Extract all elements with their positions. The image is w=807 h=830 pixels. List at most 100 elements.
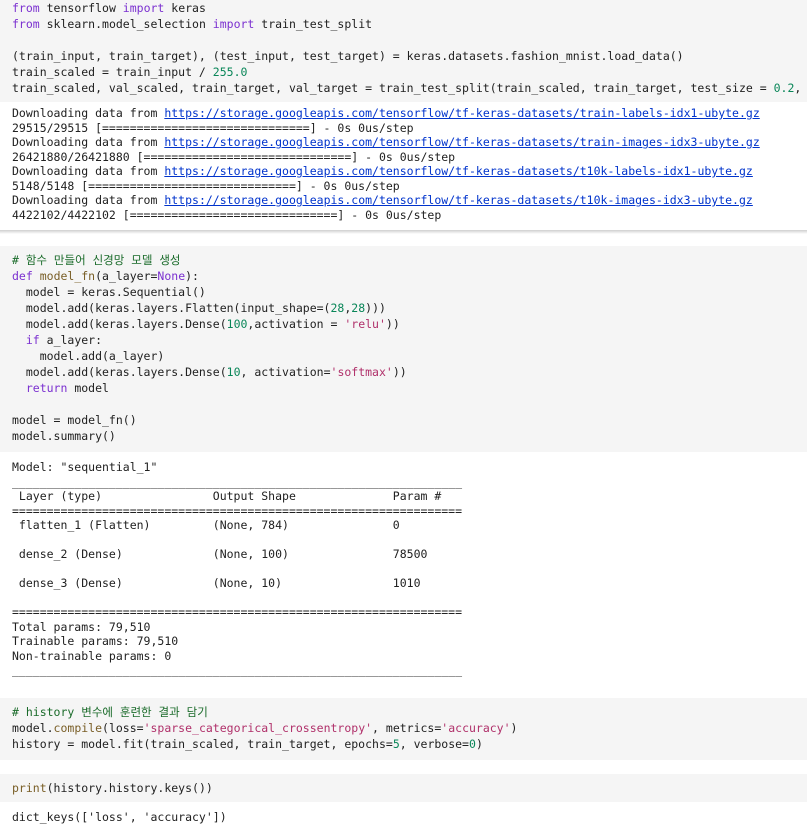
code-line: model = model_fn()	[12, 412, 807, 428]
code-token: 255.0	[212, 65, 248, 79]
code-cell-imports[interactable]: from tensorflow import keras from sklearn…	[0, 0, 807, 102]
code-line: if a_layer:	[12, 332, 807, 348]
output-line: Downloading data from https://storage.go…	[12, 164, 807, 179]
code-token: sklearn.model_selection	[39, 17, 213, 31]
code-line: (train_input, train_target), (test_input…	[12, 48, 807, 64]
code-token: Downloading data from	[12, 106, 165, 120]
code-line: return model	[12, 380, 807, 396]
code-token: model.	[12, 720, 54, 735]
code-token: if	[25, 333, 40, 347]
code-line: model.summary()	[12, 428, 807, 444]
code-token: ========================================…	[12, 605, 463, 619]
code-line: train_scaled = train_input / 255.0	[12, 64, 807, 80]
output-line: Trainable params: 79,510	[12, 634, 807, 649]
output-line: ________________________________________…	[12, 475, 807, 490]
output-line: dense_3 (Dense) (None, 10) 1010	[12, 576, 807, 591]
code-token: 26421880/26421880 [=====================…	[12, 149, 456, 164]
code-token: (train_input, train_target), (test_input…	[12, 49, 684, 63]
code-token: 28	[330, 301, 345, 315]
code-token: 10	[226, 365, 241, 379]
code-token: )	[510, 720, 518, 735]
code-line: model.compile(loss='sparse_categorical_c…	[12, 720, 807, 736]
code-token: 'accuracy'	[441, 720, 511, 735]
code-token: print	[12, 780, 47, 795]
code-token: ))	[385, 317, 400, 331]
code-token: , random_state=	[794, 81, 802, 95]
code-token: model.summary()	[12, 429, 116, 443]
code-token: from	[12, 17, 40, 31]
code-line: train_scaled, val_scaled, train_target, …	[12, 80, 807, 96]
code-line: # 함수 만들어 신경망 모델 생성	[12, 252, 807, 268]
output-cell-keys: dict_keys(['loss', 'accuracy'])	[0, 801, 807, 825]
code-token: model	[67, 381, 109, 395]
code-token: 5148/5148 [=============================…	[12, 178, 400, 193]
code-token: history = model.fit(train_scaled, train_…	[12, 736, 393, 751]
code-cell-print-keys[interactable]: print(history.history.keys())	[0, 773, 807, 802]
code-cell-compile-fit[interactable]: # history 변수에 훈련한 결과 담기 model.compile(los…	[0, 697, 807, 760]
code-token: Trainable params: 79,510	[12, 634, 179, 648]
output-line: dense_2 (Dense) (None, 100) 78500	[12, 547, 807, 562]
code-token: (a_layer=	[95, 269, 158, 283]
download-link[interactable]: https://storage.googleapis.com/tensorflo…	[164, 135, 759, 149]
code-token: )	[475, 736, 483, 751]
code-token: , verbose=	[399, 736, 469, 751]
output-line: Layer (type) Output Shape Param #	[12, 489, 807, 504]
code-cell-model-fn[interactable]: # 함수 만들어 신경망 모델 생성 def model_fn(a_layer=N…	[0, 246, 807, 452]
code-token: model_fn	[39, 269, 96, 283]
code-token: (history.history.keys())	[46, 780, 213, 795]
output-line: Downloading data from https://storage.go…	[12, 106, 807, 121]
output-line: Total params: 79,510	[12, 620, 807, 635]
code-line: print(history.history.keys())	[12, 780, 807, 796]
output-cell-model-summary: Model: "sequential_1" ___________________…	[0, 452, 807, 690]
output-line: 29515/29515 [===========================…	[12, 121, 807, 136]
code-token: from	[12, 1, 40, 15]
code-line: from sklearn.model_selection import trai…	[12, 16, 807, 32]
code-line: model = keras.Sequential()	[12, 284, 807, 300]
code-token: model.add(keras.layers.Dense(	[12, 317, 227, 331]
code-token: 0.2	[773, 81, 795, 95]
code-token: def	[12, 269, 33, 283]
code-token: )))	[365, 301, 386, 315]
code-line: model.add(keras.layers.Dense(100,activat…	[12, 316, 807, 332]
code-token: ________________________________________…	[12, 663, 463, 677]
output-line: 26421880/26421880 [=====================…	[12, 150, 807, 165]
code-comment: # 함수 만들어 신경망 모델 생성	[12, 253, 181, 267]
code-token: import	[212, 17, 255, 31]
code-token: 'relu'	[344, 317, 386, 331]
download-link[interactable]: https://storage.googleapis.com/tensorflo…	[164, 164, 753, 178]
code-token: ========================================…	[12, 503, 463, 518]
code-token: 5	[392, 736, 400, 751]
code-token: model = model_fn()	[12, 413, 137, 427]
code-token: None	[157, 269, 186, 283]
code-token: 29515/29515 [===========================…	[12, 120, 414, 135]
output-line: ________________________________________…	[12, 663, 807, 678]
code-token: tensorflow	[39, 1, 123, 15]
code-line: model.add(a_layer)	[12, 348, 807, 364]
code-line: model.add(keras.layers.Dense(10, activat…	[12, 364, 807, 380]
code-token: dict_keys(['loss', 'accuracy'])	[12, 809, 227, 824]
code-comment: # history 변수에 훈련한 결과 담기	[12, 704, 208, 719]
code-token: model = keras.Sequential()	[12, 285, 206, 299]
output-line: dict_keys(['loss', 'accuracy'])	[12, 810, 807, 825]
code-line: history = model.fit(train_scaled, train_…	[12, 736, 807, 752]
code-token: compile	[53, 720, 103, 735]
output-line: 5148/5148 [=============================…	[12, 179, 807, 194]
output-line: Downloading data from https://storage.go…	[12, 193, 807, 208]
download-link[interactable]: https://storage.googleapis.com/tensorflo…	[164, 193, 753, 207]
code-token: , activation=	[240, 365, 331, 379]
code-token: ))	[392, 365, 407, 379]
code-line: model.add(keras.layers.Flatten(input_sha…	[12, 300, 807, 316]
download-link[interactable]: https://storage.googleapis.com/tensorflo…	[164, 106, 759, 120]
code-token: train_scaled = train_input /	[12, 65, 213, 79]
code-token: keras	[164, 1, 206, 15]
code-token: Non-trainable params: 0	[12, 648, 172, 663]
code-token: 4422102/4422102 [=======================…	[12, 207, 442, 222]
code-token: train_scaled, val_scaled, train_target, …	[12, 81, 774, 95]
